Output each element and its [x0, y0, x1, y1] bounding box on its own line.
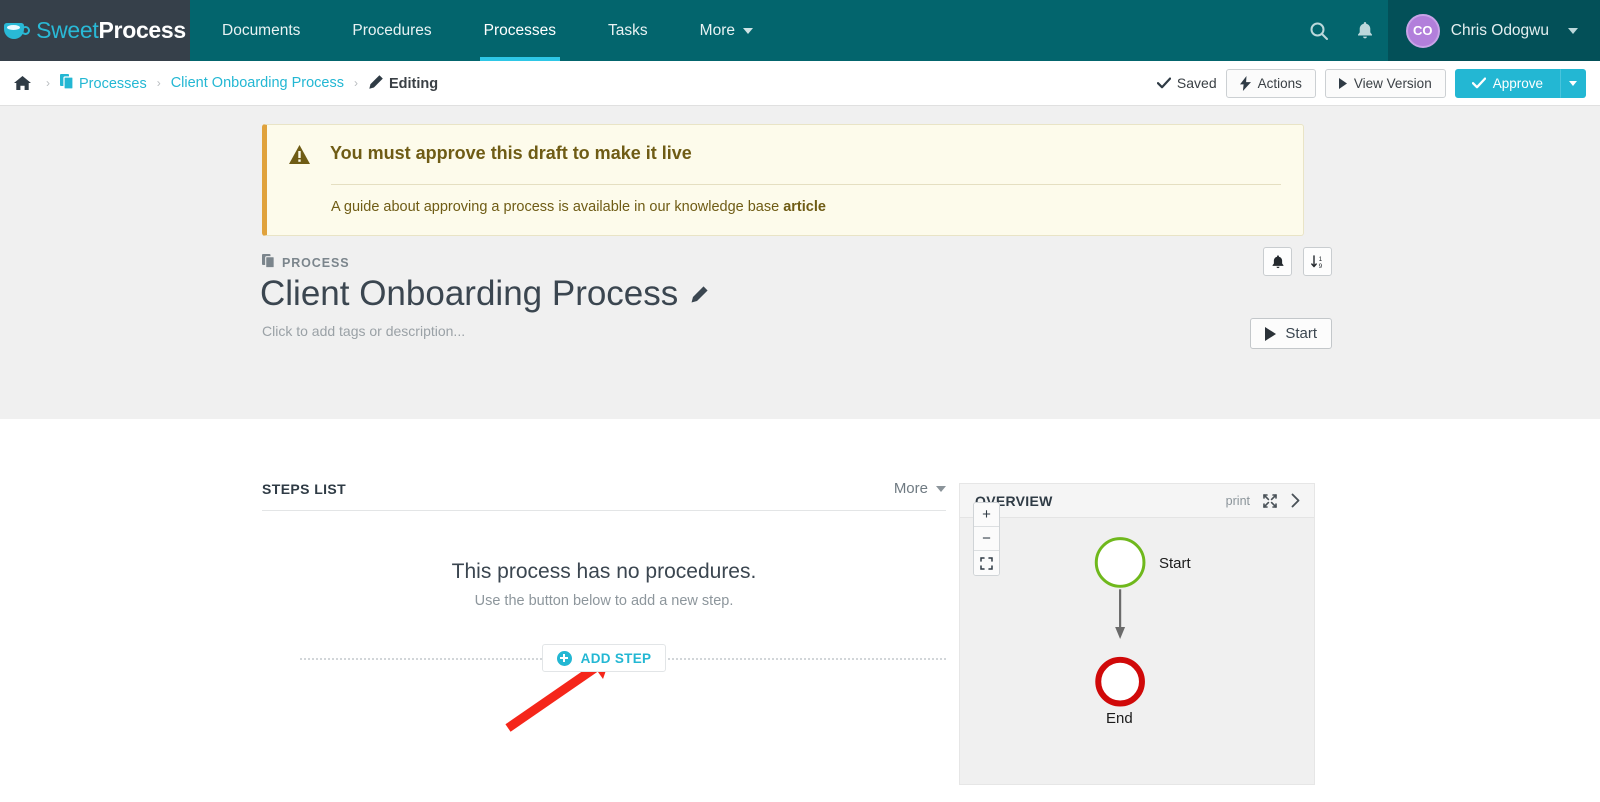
- nav-item-documents[interactable]: Documents: [190, 0, 326, 61]
- svg-text:9: 9: [1318, 263, 1322, 270]
- breadcrumb: › Processes › Client Onboarding Process …: [14, 74, 438, 92]
- bell-icon: [1272, 254, 1283, 268]
- sort-numeric-icon: 1 9: [1310, 254, 1322, 270]
- process-title-text: Client Onboarding Process: [260, 274, 679, 313]
- alert-divider: [331, 184, 1281, 185]
- plus-circle-icon: [556, 650, 572, 666]
- search-icon[interactable]: [1296, 0, 1342, 61]
- page-root: SweetProcess Documents Procedures Proces…: [0, 0, 1600, 802]
- warning-triangle-icon: [289, 145, 310, 168]
- documents-icon: [262, 254, 275, 271]
- notification-bell-button[interactable]: [1263, 247, 1292, 276]
- chevron-down-icon: [1568, 27, 1578, 34]
- bolt-icon: [1239, 75, 1251, 91]
- actions-button-label: Actions: [1257, 75, 1302, 91]
- start-button-label: Start: [1285, 325, 1317, 342]
- avatar: CO: [1405, 13, 1440, 48]
- process-flow-diagram[interactable]: [960, 484, 1314, 784]
- steps-more-menu[interactable]: More: [894, 480, 946, 497]
- page-header-region: You must approve this draft to make it l…: [0, 106, 1600, 419]
- pencil-icon: [368, 74, 384, 90]
- documents-icon: [60, 74, 74, 90]
- logo-text-sweet: Sweet: [36, 17, 99, 43]
- alert-body-text: A guide about approving a process is ava…: [331, 199, 784, 215]
- alert-title: You must approve this draft to make it l…: [330, 143, 692, 163]
- nav-item-procedures[interactable]: Procedures: [326, 0, 457, 61]
- chevron-down-icon: [936, 485, 946, 492]
- nav-label: Processes: [483, 21, 557, 39]
- start-button[interactable]: Start: [1250, 318, 1332, 349]
- nav-label: More: [699, 21, 735, 39]
- top-navigation-bar: SweetProcess Documents Procedures Proces…: [0, 0, 1600, 61]
- approval-alert: You must approve this draft to make it l…: [262, 124, 1304, 236]
- pencil-icon[interactable]: [690, 285, 709, 304]
- steps-more-label: More: [893, 480, 928, 497]
- breadcrumb-separator: ›: [156, 76, 161, 90]
- nav-item-tasks[interactable]: Tasks: [582, 0, 674, 61]
- alert-article-link[interactable]: article: [783, 199, 826, 215]
- chevron-down-icon: [743, 27, 753, 34]
- nav-right-group: CO Chris Odogwu: [1296, 0, 1600, 61]
- play-small-icon: [1338, 77, 1347, 89]
- process-header-icon-buttons: 1 9: [1263, 247, 1332, 276]
- home-icon[interactable]: [14, 75, 31, 91]
- document-actions: Saved Actions View Version Approve: [1156, 68, 1586, 98]
- breadcrumb-separator: ›: [354, 76, 358, 90]
- empty-state-title: This process has no procedures.: [451, 560, 757, 583]
- breadcrumb-item-editing: Editing: [368, 74, 438, 92]
- alert-body: A guide about approving a process is ava…: [331, 199, 1281, 215]
- breadcrumb-bar: › Processes › Client Onboarding Process …: [0, 61, 1600, 106]
- add-step-row: ADD STEP: [262, 644, 946, 672]
- steps-list-header: STEPS LIST More: [262, 480, 946, 511]
- nav-label: Tasks: [608, 21, 648, 39]
- user-menu[interactable]: CO Chris Odogwu: [1387, 0, 1600, 61]
- add-step-label: ADD STEP: [580, 650, 652, 666]
- breadcrumb-item-client-onboarding-process[interactable]: Client Onboarding Process: [171, 75, 344, 91]
- steps-list-title: STEPS LIST: [262, 480, 347, 497]
- nav-item-more[interactable]: More: [674, 0, 779, 61]
- approve-label: Approve: [1492, 75, 1543, 91]
- breadcrumb-label: Editing: [389, 76, 439, 92]
- breadcrumb-item-processes[interactable]: Processes: [60, 74, 147, 92]
- user-name: Chris Odogwu: [1450, 21, 1549, 39]
- process-kicker-label: PROCESS: [282, 255, 350, 270]
- saved-label: Saved: [1176, 75, 1217, 91]
- flow-node-start-label: Start: [1159, 555, 1191, 572]
- page-title: Client Onboarding Process: [260, 274, 709, 314]
- saved-status: Saved: [1156, 75, 1217, 91]
- flow-node-end[interactable]: [1095, 656, 1145, 707]
- bell-icon[interactable]: [1342, 0, 1388, 61]
- actions-button[interactable]: Actions: [1225, 68, 1316, 98]
- check-icon: [1471, 77, 1486, 89]
- approve-split-button: Approve: [1454, 68, 1586, 98]
- breadcrumb-separator: ›: [46, 76, 50, 90]
- empty-state-subtitle: Use the button below to add a new step.: [474, 593, 734, 609]
- flow-node-end-label: End: [1106, 710, 1133, 727]
- view-version-label: View Version: [1353, 75, 1432, 91]
- flow-node-start[interactable]: [1094, 537, 1146, 588]
- sort-order-button[interactable]: 1 9: [1303, 247, 1332, 276]
- empty-state: This process has no procedures. Use the …: [262, 511, 946, 609]
- view-version-button[interactable]: View Version: [1324, 68, 1446, 98]
- check-icon: [1156, 77, 1171, 89]
- chevron-down-icon: [1569, 80, 1577, 86]
- tags-description-placeholder[interactable]: Click to add tags or description...: [262, 323, 465, 339]
- flow-arrowhead: [1115, 627, 1126, 639]
- main-nav-items: Documents Procedures Processes Tasks Mor…: [190, 0, 779, 61]
- overview-panel: OVERVIEW print + − Start End: [959, 483, 1315, 785]
- nav-label: Documents: [222, 21, 301, 39]
- process-kicker: PROCESS: [262, 254, 349, 271]
- nav-item-processes[interactable]: Processes: [458, 0, 582, 61]
- svg-text:1: 1: [1318, 256, 1322, 263]
- coffee-cup-icon: [4, 19, 31, 43]
- approve-button[interactable]: Approve: [1454, 68, 1560, 98]
- app-logo[interactable]: SweetProcess: [0, 0, 190, 61]
- approve-dropdown-button[interactable]: [1560, 68, 1586, 98]
- add-step-button[interactable]: ADD STEP: [541, 644, 667, 672]
- nav-label: Procedures: [352, 21, 432, 39]
- steps-list-panel: STEPS LIST More This process has no proc…: [262, 480, 946, 672]
- play-icon: [1265, 326, 1277, 341]
- breadcrumb-label: Processes: [79, 76, 147, 92]
- logo-text-process: Process: [98, 17, 187, 43]
